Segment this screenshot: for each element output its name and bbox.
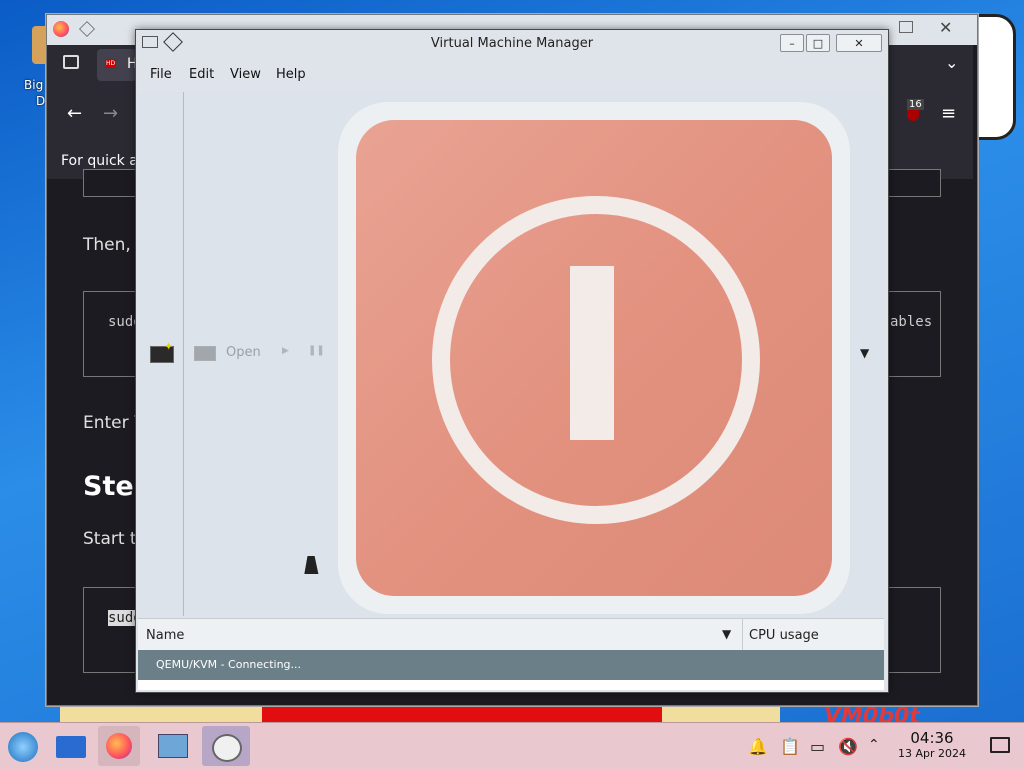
close-button[interactable]: ✕ — [836, 34, 882, 52]
vm-list: QEMU/KVM - Connecting... — [138, 650, 884, 690]
chevron-down-icon[interactable]: ⌄ — [945, 53, 958, 72]
monitor-icon — [194, 346, 216, 361]
start-button[interactable] — [2, 726, 44, 766]
show-desktop-icon[interactable] — [990, 737, 1010, 753]
code-text-1-right: ables — [890, 314, 933, 330]
vm-icon — [212, 734, 242, 762]
clock[interactable]: 04:36 13 Apr 2024 — [892, 729, 972, 760]
vmm-titlebar[interactable]: Virtual Machine Manager – □ ✕ — [136, 30, 888, 58]
menu-file[interactable]: File — [150, 67, 172, 82]
maximize-button[interactable]: □ — [806, 34, 830, 52]
firefox-icon — [106, 733, 132, 759]
close-icon[interactable]: ✕ — [939, 18, 952, 37]
menu-bar: File Edit View Help — [138, 58, 884, 92]
star-icon: ✦ — [164, 340, 174, 353]
maximize-button[interactable] — [899, 21, 913, 33]
hamburger-menu-icon[interactable]: ≡ — [941, 103, 956, 124]
clock-time: 04:36 — [910, 729, 954, 747]
folder-icon — [56, 736, 86, 758]
notification-bell-icon[interactable]: 🔔 — [748, 737, 768, 756]
firefox-taskbar-button[interactable] — [98, 726, 140, 766]
system-settings-button[interactable] — [150, 726, 192, 766]
dropdown-arrow-icon[interactable]: ▼ — [860, 346, 869, 360]
desktop-icon-label: Big — [24, 78, 44, 92]
firefox-icon — [53, 21, 69, 37]
bookmarks-hint: For quick a — [61, 153, 138, 169]
toolbar-separator — [183, 92, 184, 616]
new-vm-button[interactable]: ✦ — [150, 340, 174, 364]
file-manager-button[interactable] — [50, 726, 92, 766]
menu-edit[interactable]: Edit — [189, 67, 214, 82]
vmm-window[interactable]: Virtual Machine Manager – □ ✕ File Edit … — [135, 29, 889, 693]
play-icon[interactable]: ▶ — [282, 346, 289, 356]
settings-monitor-icon — [158, 734, 188, 758]
battery-icon[interactable]: ▭ — [810, 737, 825, 756]
clock-date: 13 Apr 2024 — [897, 747, 966, 760]
list-header: Name ▼ CPU usage — [138, 618, 884, 652]
power-icon — [338, 102, 850, 614]
menu-help[interactable]: Help — [276, 67, 306, 82]
column-divider — [742, 619, 743, 651]
table-row[interactable]: QEMU/KVM - Connecting... — [138, 650, 884, 680]
chevron-up-icon[interactable]: ⌃ — [868, 737, 880, 753]
connection-label: QEMU/KVM - Connecting... — [156, 658, 302, 671]
tab-favicon: HD — [105, 59, 117, 68]
volume-muted-icon[interactable]: 🔇 — [838, 737, 858, 756]
tab-overview-icon[interactable] — [63, 55, 79, 69]
menu-view[interactable]: View — [230, 67, 261, 82]
taskbar: 🔔 📋 ▭ 🔇 ⌃ 04:36 13 Apr 2024 — [0, 722, 1024, 769]
window-title: Virtual Machine Manager — [430, 36, 594, 51]
pause-icon[interactable]: ❚❚ — [308, 345, 325, 356]
keep-above-icon[interactable] — [79, 21, 95, 37]
browser-tab[interactable]: HD H — [97, 49, 138, 81]
back-arrow-icon[interactable]: ← — [67, 103, 82, 124]
forward-arrow-icon[interactable]: → — [103, 103, 118, 124]
clipboard-icon[interactable]: 📋 — [780, 737, 800, 756]
column-name[interactable]: Name — [146, 628, 184, 643]
paragraph-then: Then, — [83, 235, 131, 255]
toolbar-area: ✦ Open ▶ ❚❚ ▼ — [138, 92, 884, 618]
sort-arrow-icon[interactable]: ▼ — [722, 627, 731, 641]
vmm-taskbar-button[interactable] — [202, 726, 250, 766]
windows-logo-icon — [8, 732, 38, 762]
column-cpu-usage[interactable]: CPU usage — [749, 628, 819, 643]
open-label: Open — [226, 345, 261, 360]
open-button[interactable]: Open — [194, 344, 266, 364]
minimize-button[interactable]: – — [780, 34, 804, 52]
extension-badge: 16 — [907, 99, 924, 110]
